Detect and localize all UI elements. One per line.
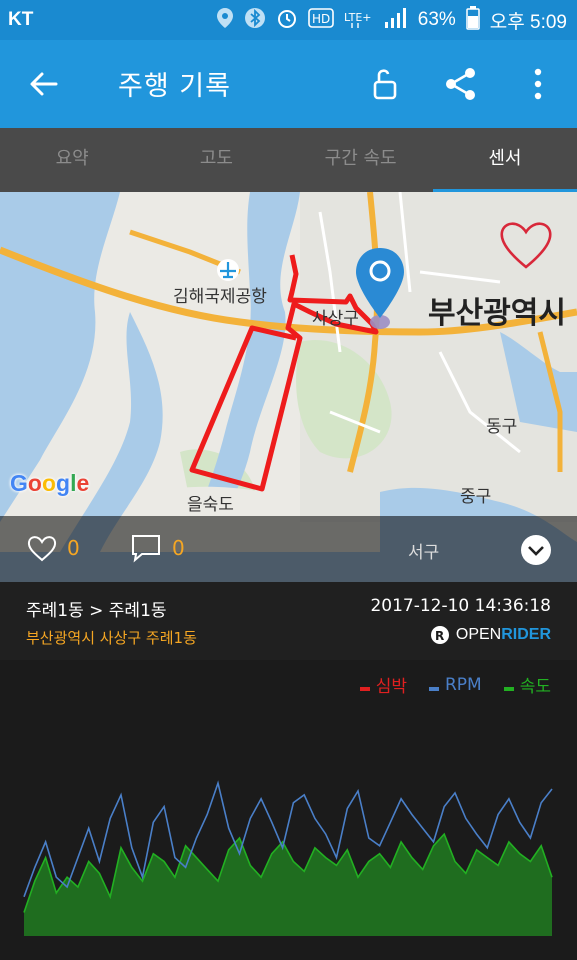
brand-rider: RIDER [501,626,551,643]
map-label-sasang: 사상구 [312,309,359,329]
more-vert-icon[interactable] [516,62,560,106]
ride-info: 주례1동 > 주례1동 부산광역시 사상구 주례1동 2017-12-10 14… [0,582,577,660]
route-summary: 주례1동 > 주례1동 [26,601,167,621]
app-bar: 주행 기록 [0,40,577,128]
comment-button[interactable] [130,533,162,567]
comment-count: 0 [172,536,185,560]
page-title: 주행 기록 [118,71,231,102]
tab-segment-speed[interactable]: 구간 속도 [289,128,433,192]
battery-percent: 63% [417,9,456,30]
unlock-icon[interactable] [362,62,406,106]
tab-sensor[interactable]: 센서 [432,128,577,192]
tab-altitude[interactable]: 고도 [144,128,288,192]
map-label-eulsukdo: 을숙도 [187,495,234,515]
tab-bar: 요약 고도 구간 속도 센서 [0,128,577,192]
carrier-label: KT [8,9,34,30]
svg-text:HD: HD [312,12,330,26]
share-icon[interactable] [439,62,483,106]
signal-icon [384,7,408,33]
social-bar: 0 0 서구 [0,516,577,582]
svg-text:R: R [435,629,444,643]
map-label-airport: 김해국제공항 [173,287,267,307]
ride-datetime: 2017-12-10 14:36:18 [370,596,551,616]
airport-icon [217,259,239,281]
openrider-mark-icon: R [430,626,449,644]
battery-icon [466,6,480,34]
back-arrow-icon[interactable] [22,62,66,106]
location-icon [216,7,234,33]
chart-plot [23,780,553,936]
lte-icon: LTE+ [344,7,374,33]
brand-open: OPEN [455,626,502,643]
sensor-chart: 심박 RPM 속도 [0,660,577,960]
tab-summary[interactable]: 요약 [0,128,144,192]
google-logo: Google [10,470,90,496]
map-label-junggu: 중구 [460,487,492,507]
expand-chevron-icon[interactable] [520,534,552,570]
map-label-donggu: 동구 [486,417,518,437]
bluetooth-icon [244,7,266,33]
status-icons: HD LTE+ 63% 오후 5:09 [216,6,567,34]
openrider-logo: R OPENRIDER [430,625,551,645]
like-button[interactable] [26,533,58,567]
clock: 오후 5:09 [489,11,567,33]
alarm-icon [276,7,298,33]
like-count: 0 [67,536,80,560]
status-bar: KT HD LTE+ 63% 오후 5:09 [0,0,577,40]
map-label-seogu: 서구 [408,543,440,563]
map-label-city: 부산광역시 [428,296,566,331]
ride-address: 부산광역시 사상구 주례1동 [26,629,197,647]
svg-text:LTE+: LTE+ [344,11,372,24]
hd-icon: HD [307,8,334,32]
